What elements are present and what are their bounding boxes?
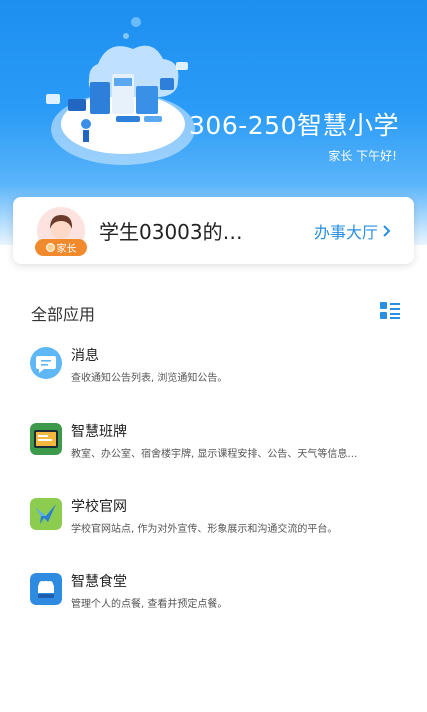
chevron-right-icon xyxy=(383,225,391,237)
office-hall-link[interactable]: 办事大厅 xyxy=(314,219,392,243)
student-name[interactable]: 学生03003的… xyxy=(99,216,279,245)
role-badge-label: 家长 xyxy=(56,244,77,255)
smart-campus-illustration xyxy=(46,17,195,165)
app-description: 查收通知公告列表, 浏览通知公告。 xyxy=(71,373,228,384)
school-name: 306-250智慧小学 xyxy=(189,111,399,140)
app-item-class-board[interactable]: 智慧班牌 教室、办公室、宿舍楼宇牌, 显示课程安排、公告、天气等信息… xyxy=(30,421,410,471)
list-view-toggle-icon[interactable] xyxy=(380,302,400,320)
profile-card[interactable]: 家长 学生03003的… 办事大厅 xyxy=(13,197,414,264)
app-title: 消息 xyxy=(71,348,99,364)
badge-dot-icon xyxy=(45,243,55,252)
school-website-icon xyxy=(30,498,62,530)
app-description: 学校官网站点, 作为对外宣传、形象展示和沟通交流的平台。 xyxy=(71,524,338,535)
app-item-school-website[interactable]: 学校官网 学校官网站点, 作为对外宣传、形象展示和沟通交流的平台。 xyxy=(30,496,410,546)
app-description: 管理个人的点餐, 查看并预定点餐。 xyxy=(71,599,228,610)
message-icon xyxy=(30,347,62,379)
office-hall-label: 办事大厅 xyxy=(313,223,378,242)
canteen-icon xyxy=(30,573,62,605)
app-title: 智慧食堂 xyxy=(71,574,127,590)
app-title: 学校官网 xyxy=(71,499,127,515)
app-title: 智慧班牌 xyxy=(71,424,127,440)
app-item-message[interactable]: 消息 查收通知公告列表, 浏览通知公告。 xyxy=(30,345,410,395)
app-description: 教室、办公室、宿舍楼宇牌, 显示课程安排、公告、天气等信息… xyxy=(71,449,358,460)
app-item-canteen[interactable]: 智慧食堂 管理个人的点餐, 查看并预定点餐。 xyxy=(30,571,410,621)
greeting-text: 家长 下午好! xyxy=(328,149,397,163)
class-board-icon xyxy=(30,423,62,455)
role-badge: 家长 xyxy=(35,239,87,256)
section-title: 全部应用 xyxy=(31,305,96,324)
